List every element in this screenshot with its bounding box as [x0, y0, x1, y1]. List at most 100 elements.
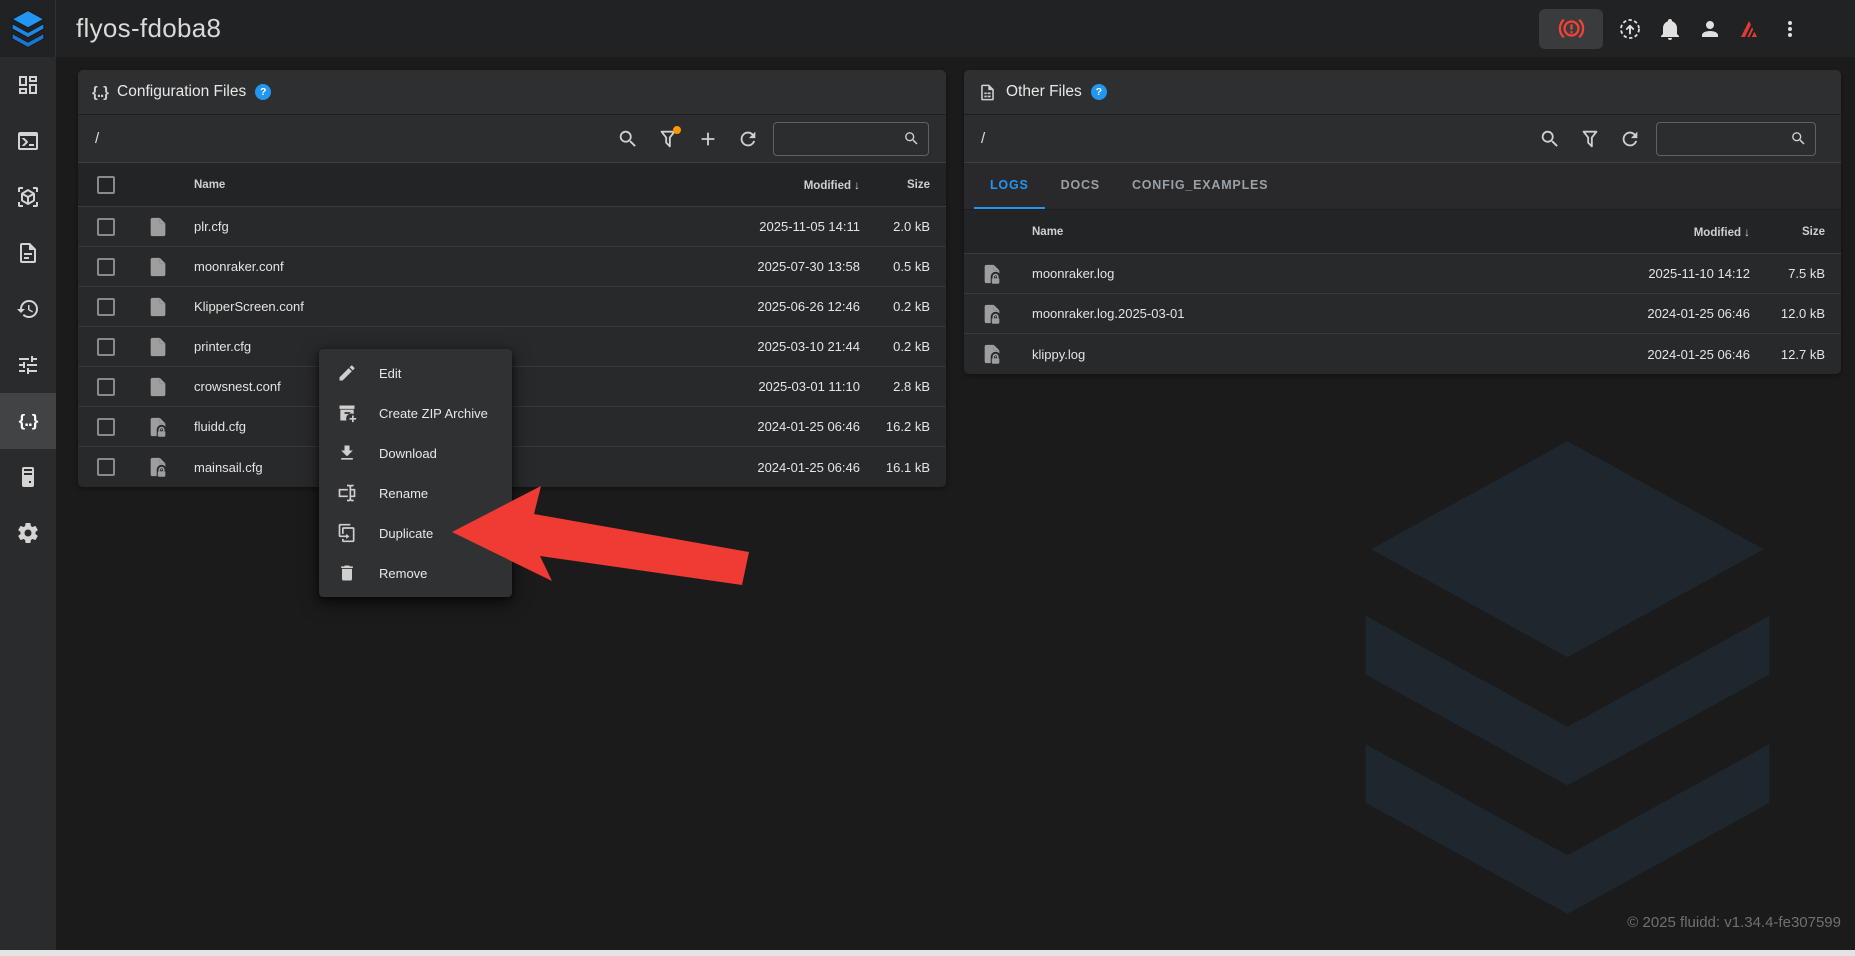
row-checkbox[interactable]	[97, 378, 115, 396]
search-icon	[903, 130, 920, 147]
refresh-icon	[737, 128, 759, 150]
context-menu-item-create-zip[interactable]: Create ZIP Archive	[319, 393, 512, 433]
file-row[interactable]: KlipperScreen.conf 2025-06-26 12:46 0.2 …	[78, 287, 946, 327]
file-context-menu: Edit Create ZIP Archive Download Rename …	[319, 349, 512, 597]
file-search-field[interactable]	[1656, 122, 1816, 156]
file-row[interactable]: crowsnest.conf 2025-03-01 11:10 2.8 kB	[78, 367, 946, 407]
configuration-braces-icon: {..}	[19, 411, 38, 431]
fluidd-logo[interactable]	[0, 0, 56, 57]
archive-plus-icon	[337, 403, 357, 423]
sidebar-item-console[interactable]	[0, 113, 56, 169]
context-menu-label: Download	[379, 446, 437, 461]
file-modified: 2025-11-10 14:12	[1600, 266, 1750, 281]
file-lock-icon	[980, 263, 1004, 285]
account-button[interactable]	[1697, 16, 1723, 42]
file-name: moonraker.conf	[182, 259, 720, 274]
file-name: moonraker.log.2025-03-01	[1020, 306, 1600, 321]
tab-docs[interactable]: DOCS	[1045, 163, 1116, 209]
sidebar-item-configuration[interactable]: {..}	[0, 393, 56, 449]
row-checkbox[interactable]	[97, 458, 115, 476]
column-header-name[interactable]: Name	[182, 179, 720, 191]
filter-button[interactable]	[1570, 119, 1610, 159]
filter-active-badge	[673, 126, 681, 134]
row-checkbox[interactable]	[97, 298, 115, 316]
emergency-stop-button[interactable]	[1539, 9, 1603, 49]
file-document-icon	[978, 83, 997, 102]
column-header-modified[interactable]: Modified↓	[720, 178, 860, 192]
file-row[interactable]: moonraker.conf 2025-07-30 13:58 0.5 kB	[78, 247, 946, 287]
column-header-modified[interactable]: Modified↓	[1600, 225, 1750, 239]
other-files-toolbar: /	[964, 115, 1841, 163]
tab-logs[interactable]: LOGS	[974, 163, 1045, 209]
search-input[interactable]	[1667, 131, 1790, 146]
fluidd-layers-icon	[9, 9, 47, 49]
search-input[interactable]	[784, 131, 903, 146]
tab-config-examples[interactable]: CONFIG_EXAMPLES	[1116, 163, 1284, 209]
file-row[interactable]: moonraker.log.2025-03-01 2024-01-25 06:4…	[964, 294, 1841, 334]
context-menu-item-edit[interactable]: Edit	[319, 353, 512, 393]
context-menu-label: Create ZIP Archive	[379, 406, 488, 421]
file-modified: 2024-01-25 06:46	[720, 419, 860, 434]
filter-icon	[1579, 128, 1601, 150]
context-menu-item-duplicate[interactable]: Duplicate	[319, 513, 512, 553]
breadcrumb-path[interactable]: /	[981, 130, 985, 147]
file-size: 7.5 kB	[1750, 266, 1825, 281]
row-checkbox[interactable]	[97, 258, 115, 276]
plus-icon	[697, 128, 719, 150]
tune-icon	[16, 353, 40, 377]
duplicate-icon	[337, 523, 357, 543]
search-icon	[1790, 130, 1807, 147]
help-icon[interactable]: ?	[255, 84, 271, 100]
sidebar-item-system[interactable]	[0, 449, 56, 505]
cube-scan-icon	[16, 185, 40, 209]
sidebar-item-jobs[interactable]	[0, 225, 56, 281]
topbar-actions	[1539, 9, 1855, 49]
overflow-menu-button[interactable]	[1777, 16, 1803, 42]
file-row[interactable]: fluidd.cfg 2024-01-25 06:46 16.2 kB	[78, 407, 946, 447]
search-toggle-button[interactable]	[1530, 119, 1570, 159]
row-checkbox[interactable]	[97, 218, 115, 236]
breadcrumb-path[interactable]: /	[95, 130, 99, 147]
select-all-checkbox[interactable]	[97, 176, 115, 194]
context-menu-item-rename[interactable]: Rename	[319, 473, 512, 513]
other-files-table-header: Name Modified↓ Size	[964, 210, 1841, 254]
notifications-button[interactable]	[1657, 16, 1683, 42]
sidebar-item-tune[interactable]	[0, 337, 56, 393]
refresh-button[interactable]	[1610, 119, 1650, 159]
file-lock-icon	[980, 303, 1004, 325]
context-menu-item-download[interactable]: Download	[319, 433, 512, 473]
sidebar-item-settings[interactable]	[0, 505, 56, 561]
file-row[interactable]: plr.cfg 2025-11-05 14:11 2.0 kB	[78, 207, 946, 247]
sidebar-item-dashboard[interactable]	[0, 57, 56, 113]
file-modified: 2025-03-01 11:10	[720, 379, 860, 394]
file-search-field[interactable]	[773, 122, 929, 156]
column-header-name[interactable]: Name	[1020, 226, 1600, 238]
refresh-button[interactable]	[728, 119, 768, 159]
file-row[interactable]: mainsail.cfg 2024-01-25 06:46 16.1 kB	[78, 447, 946, 487]
other-files-panel: Other Files ? / LOGS DOCS CONFIG_EXAMPLE…	[964, 70, 1841, 374]
context-menu-item-remove[interactable]: Remove	[319, 553, 512, 593]
file-modified: 2025-07-30 13:58	[720, 259, 860, 274]
file-row[interactable]: printer.cfg 2025-03-10 21:44 0.2 kB	[78, 327, 946, 367]
updates-button[interactable]	[1617, 16, 1643, 42]
gear-icon	[16, 521, 40, 545]
brake-alert-icon	[1558, 15, 1585, 42]
row-checkbox[interactable]	[97, 338, 115, 356]
add-file-button[interactable]	[688, 119, 728, 159]
file-modified: 2025-03-10 21:44	[720, 339, 860, 354]
sidebar-item-history[interactable]	[0, 281, 56, 337]
person-icon	[1698, 17, 1722, 41]
printer-name-title: flyos-fdoba8	[76, 13, 221, 44]
configuration-files-panel: {..} Configuration Files ? / Name Modifi…	[78, 70, 946, 487]
sidebar-item-preview[interactable]	[0, 169, 56, 225]
file-row[interactable]: klippy.log 2024-01-25 06:46 12.7 kB	[964, 334, 1841, 374]
vendor-logo-button[interactable]	[1737, 16, 1763, 42]
column-header-size[interactable]: Size	[1750, 226, 1825, 238]
help-icon[interactable]: ?	[1091, 84, 1107, 100]
row-checkbox[interactable]	[97, 418, 115, 436]
search-toggle-button[interactable]	[608, 119, 648, 159]
column-header-size[interactable]: Size	[860, 179, 930, 191]
file-modified: 2025-11-05 14:11	[720, 219, 860, 234]
filter-button[interactable]	[648, 119, 688, 159]
file-row[interactable]: moonraker.log 2025-11-10 14:12 7.5 kB	[964, 254, 1841, 294]
